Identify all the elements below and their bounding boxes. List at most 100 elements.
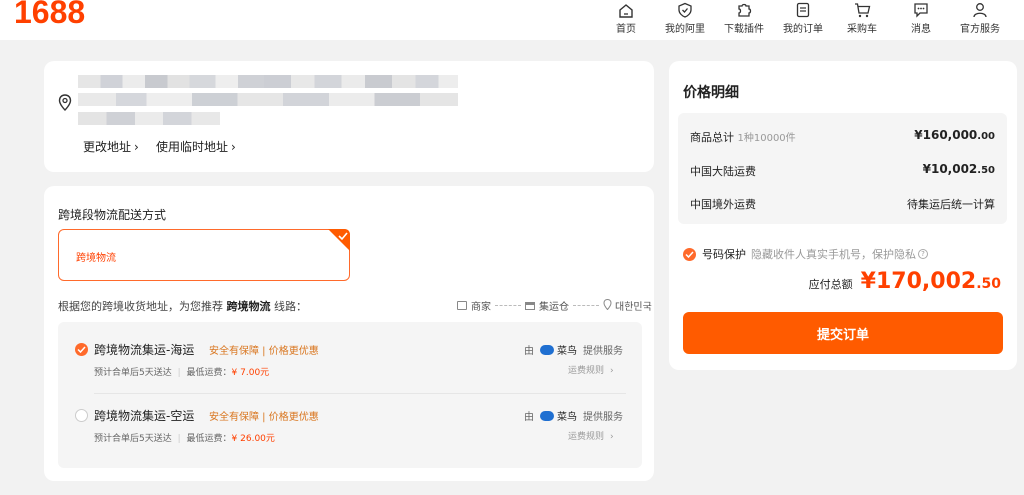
cn-ship-dec: .50	[977, 165, 995, 176]
privacy-protection[interactable]: 号码保护 隐藏收件人真实手机号，保护隐私 ?	[683, 246, 928, 262]
chat-bubble-icon	[910, 0, 932, 18]
cn-shipping-value: ¥10,002.50	[923, 162, 995, 176]
nav-download-plugin[interactable]: 下载插件	[721, 0, 767, 40]
top-bar: 1688 首页 我的阿里 下载插件 我的订单 采购车 消息 官方服务	[0, 0, 1024, 40]
route-destination: 대한민국	[615, 302, 652, 313]
line-title[interactable]: 跨境物流集运-海运	[94, 341, 194, 358]
line-carrier-name: 菜鸟	[557, 412, 577, 423]
total-dec: .50	[976, 276, 1001, 292]
route-path: 商家 集运仓 대한민국	[457, 298, 652, 313]
use-temp-address-link[interactable]: 使用临时地址 ›	[156, 138, 236, 155]
logo-1688[interactable]: 1688	[14, 0, 85, 31]
total-label: 应付总额	[808, 278, 853, 291]
nav-my-ali[interactable]: 我的阿里	[660, 0, 710, 40]
change-address-link[interactable]: 更改地址 ›	[83, 138, 139, 155]
shipping-section-title: 跨境段物流配送方式	[58, 208, 167, 222]
puzzle-icon	[733, 0, 755, 18]
price-summary-card: 价格明细 商品总计 1种10000件 ¥160,000.00 中国大陆运费 ¥1…	[669, 61, 1017, 370]
goods-total-main: ¥160,000	[914, 128, 978, 142]
line-eta-fee: 预计合单后5天送达 | 最低运费：¥ 7.00元	[94, 368, 270, 378]
line-by: 由	[524, 346, 534, 357]
order-list-icon	[792, 0, 814, 18]
redacted-address-line	[78, 75, 264, 88]
route-dashed-line	[495, 305, 521, 306]
selected-corner-check-icon	[328, 229, 350, 251]
line-tag: 安全有保障 | 价格更优惠	[209, 346, 319, 357]
intl-shipping-value: 待集运后统一计算	[907, 198, 995, 211]
user-icon	[969, 0, 991, 18]
help-circle-icon[interactable]: ?	[918, 249, 928, 259]
line-carrier: 由 菜鸟 提供服务	[524, 342, 623, 357]
recommend-highlight: 跨境物流	[226, 300, 271, 313]
summary-title: 价格明细	[683, 85, 739, 101]
nav-home[interactable]: 首页	[612, 0, 640, 40]
goods-count: 1种10000件	[737, 133, 796, 144]
cn-shipping-label: 中国大陆运费	[690, 165, 756, 178]
location-pin-icon	[58, 94, 72, 115]
line-carrier: 由 菜鸟 提供服务	[524, 408, 623, 423]
route-dashed-line	[573, 305, 599, 306]
rules-label: 运费规则	[568, 432, 605, 442]
shipping-rules-link[interactable]: 运费规则 ›	[568, 429, 614, 442]
submit-order-button[interactable]: 提交订单	[683, 312, 1003, 354]
temp-address-label: 使用临时地址	[156, 140, 229, 154]
nav-label: 我的订单	[783, 24, 823, 35]
redacted-address-line	[78, 112, 220, 125]
line-min-fee-label: 最低运费：	[186, 368, 232, 378]
shipping-card: 跨境段物流配送方式 跨境物流 根据您的跨境收货地址，为您推荐 跨境物流 线路： …	[44, 186, 654, 481]
intl-shipping-label: 中国境外运费	[690, 198, 756, 211]
shipping-rules-link[interactable]: 运费规则 ›	[568, 363, 614, 376]
line-min-fee-label: 最低运费：	[186, 434, 232, 444]
home-icon	[615, 0, 637, 18]
line-by: 由	[524, 412, 534, 423]
total-main: ¥170,002	[860, 269, 977, 294]
route-merchant: 商家	[471, 302, 491, 313]
line-min-fee: ¥ 7.00元	[231, 368, 270, 378]
nav-messages[interactable]: 消息	[909, 0, 933, 40]
chevron-right-icon: ›	[610, 366, 614, 376]
cart-icon	[851, 0, 873, 18]
shipping-option-label: 跨境物流	[76, 253, 116, 264]
recommend-text: 根据您的跨境收货地址，为您推荐 跨境物流 线路：	[58, 298, 307, 314]
store-icon	[457, 301, 467, 310]
chevron-right-icon: ›	[231, 140, 236, 154]
nav-label: 首页	[616, 24, 636, 35]
line-service: 提供服务	[583, 346, 623, 357]
cainiao-logo-icon	[540, 410, 554, 421]
radio-unselected[interactable]	[75, 409, 88, 422]
nav-my-orders[interactable]: 我的订单	[780, 0, 826, 40]
nav-label: 消息	[911, 24, 931, 35]
change-address-label: 更改地址	[83, 140, 132, 154]
nav-label: 官方服务	[960, 24, 1000, 35]
chevron-right-icon: ›	[134, 140, 139, 154]
goods-total-dec: .00	[977, 131, 995, 142]
recommend-suffix: 线路：	[274, 300, 307, 313]
location-pin-icon	[603, 298, 612, 313]
privacy-desc: 隐藏收件人真实手机号，保护隐私	[751, 248, 916, 261]
radio-selected[interactable]	[75, 343, 88, 356]
goods-total-value: ¥160,000.00	[914, 128, 995, 142]
shipping-option-selected[interactable]: 跨境物流	[58, 229, 350, 281]
nav-official-service[interactable]: 官方服务	[957, 0, 1003, 40]
nav-label: 采购车	[847, 24, 877, 35]
recommend-prefix: 根据您的跨境收货地址，为您推荐	[58, 300, 223, 313]
line-title[interactable]: 跨境物流集运-空运	[94, 407, 194, 424]
cainiao-logo-icon	[540, 344, 554, 355]
rules-label: 运费规则	[568, 366, 605, 376]
divider	[94, 393, 626, 394]
checkbox-checked[interactable]	[683, 247, 696, 261]
nav-label: 下载插件	[724, 24, 764, 35]
line-tag: 安全有保障 | 价格更优惠	[209, 412, 319, 423]
line-eta-fee: 预计合单后5天送达 | 最低运费：¥ 26.00元	[94, 434, 275, 444]
nav-cart[interactable]: 采购车	[844, 0, 880, 40]
price-detail-box: 商品总计 1种10000件 ¥160,000.00 中国大陆运费 ¥10,002…	[678, 113, 1007, 224]
redacted-address-line	[264, 75, 458, 88]
address-card: 更改地址 › 使用临时地址 ›	[44, 61, 654, 172]
line-eta: 预计合单后5天送达	[94, 434, 172, 444]
goods-total-label: 商品总计 1种10000件	[690, 129, 796, 145]
privacy-label: 号码保护	[702, 248, 746, 261]
payable-total: 应付总额 ¥170,002.50	[809, 269, 1001, 294]
warehouse-icon	[525, 301, 535, 310]
line-service: 提供服务	[583, 412, 623, 423]
shield-heart-icon	[674, 0, 696, 18]
